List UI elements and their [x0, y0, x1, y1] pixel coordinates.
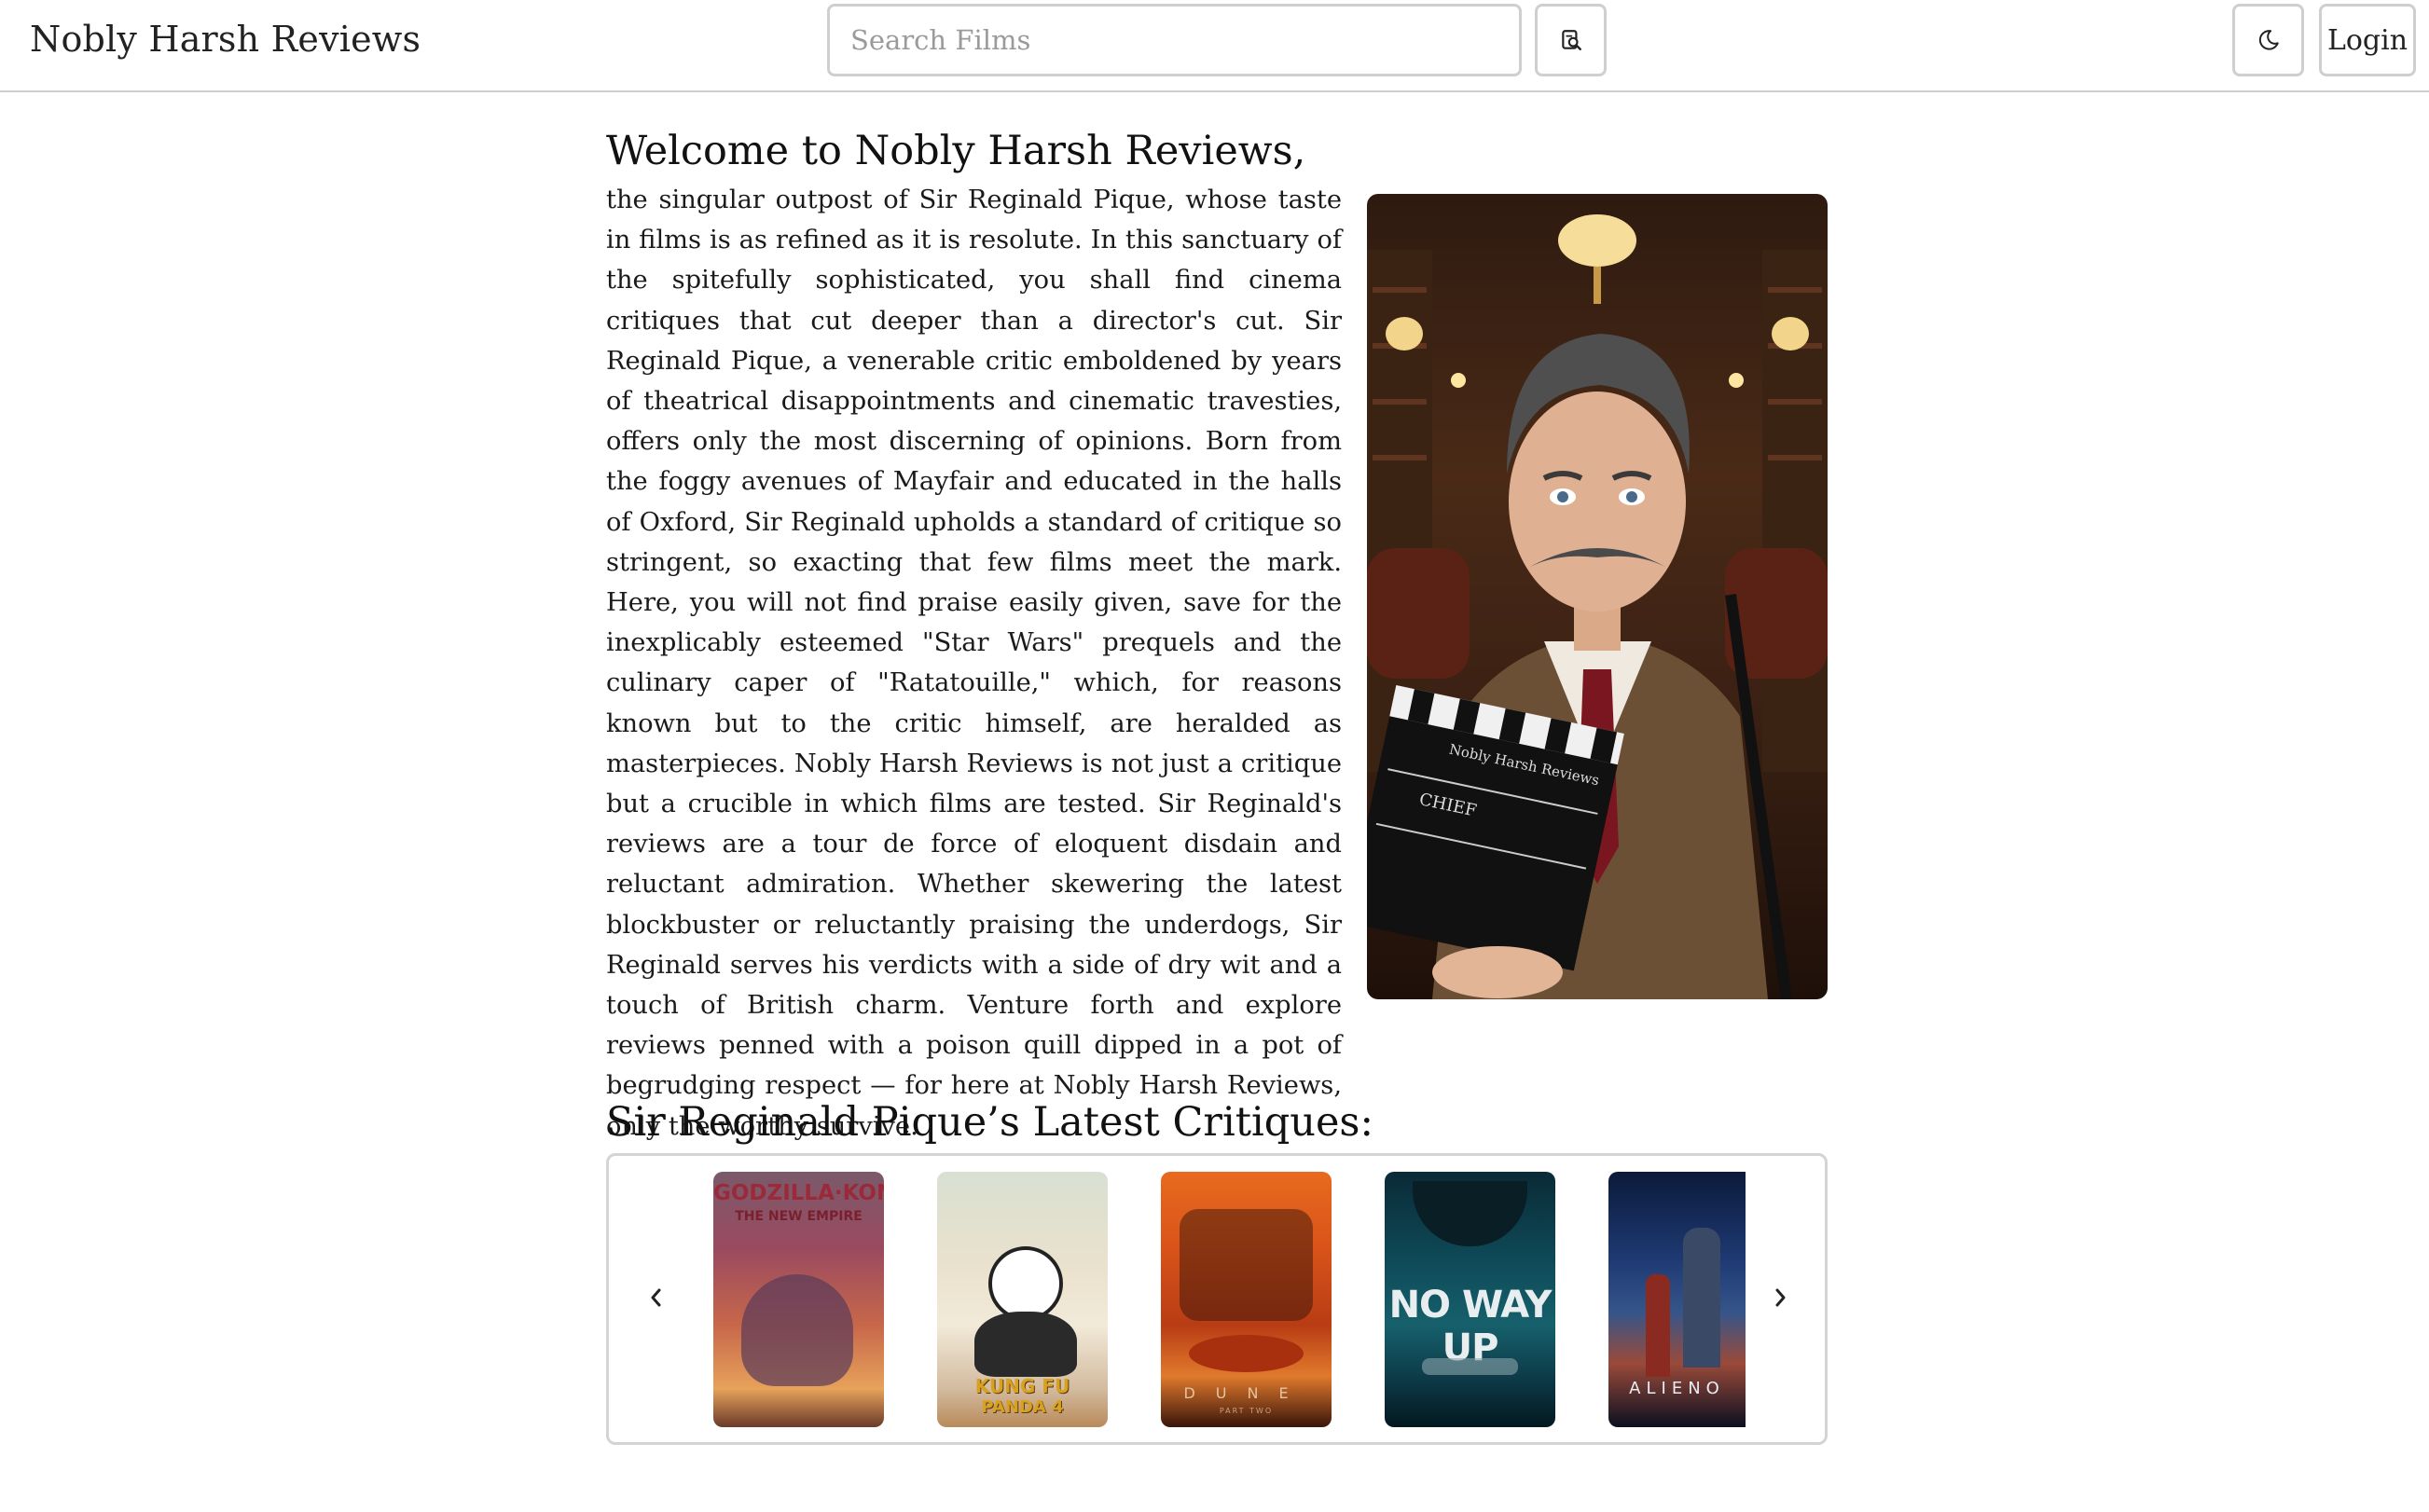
search-button[interactable]	[1535, 4, 1607, 76]
welcome-title: Welcome to Nobly Harsh Reviews,	[606, 128, 1306, 174]
intro-paragraph: the singular outpost of Sir Reginald Piq…	[606, 186, 1342, 1141]
poster-title-line2: PART TWO	[1219, 1407, 1274, 1415]
carousel-prev-button[interactable]	[628, 1265, 683, 1330]
poster-title-line1: DUNE	[1183, 1384, 1309, 1402]
moon-icon	[2258, 30, 2279, 50]
search-icon	[1561, 30, 1581, 50]
critic-portrait-image: Nobly Harsh Reviews CHIEF	[1367, 194, 1828, 999]
theme-toggle-button[interactable]	[2232, 4, 2304, 76]
carousel-next-button[interactable]	[1753, 1265, 1809, 1330]
critiques-carousel: GODZILLA·KONG THE NEW EMPIRE KUNG FU PAN…	[606, 1153, 1828, 1445]
poster-title-line2: PANDA 4	[981, 1397, 1064, 1417]
poster-no-way-up[interactable]: NO WAY UP	[1385, 1172, 1555, 1427]
poster-title-line1: NO WAY UP	[1388, 1284, 1553, 1369]
critiques-title: Sir Reginald Pique’s Latest Critiques:	[606, 1099, 1373, 1146]
poster-kung-fu-panda-4[interactable]: KUNG FU PANDA 4	[937, 1172, 1108, 1427]
poster-alien-romulus[interactable]: ALIENO	[1608, 1172, 1746, 1427]
site-brand[interactable]: Nobly Harsh Reviews	[30, 17, 421, 62]
poster-title-line1: KUNG FU	[974, 1375, 1070, 1397]
top-navbar: Nobly Harsh Reviews Login	[0, 0, 2429, 92]
search-input[interactable]	[827, 4, 1522, 76]
critic-portrait-illustration: Nobly Harsh Reviews CHIEF	[1367, 214, 1828, 999]
poster-dune-part-two[interactable]: DUNE PART TWO	[1161, 1172, 1332, 1427]
poster-godzilla-x-kong[interactable]: GODZILLA·KONG THE NEW EMPIRE	[713, 1172, 884, 1427]
poster-title-line1: ALIENO	[1629, 1379, 1725, 1398]
poster-title-line1: GODZILLA·KONG	[713, 1181, 884, 1205]
chevron-left-icon	[651, 1288, 661, 1307]
login-button[interactable]: Login	[2319, 4, 2416, 76]
chevron-right-icon	[1775, 1288, 1786, 1307]
poster-title-line2: THE NEW EMPIRE	[735, 1209, 863, 1224]
